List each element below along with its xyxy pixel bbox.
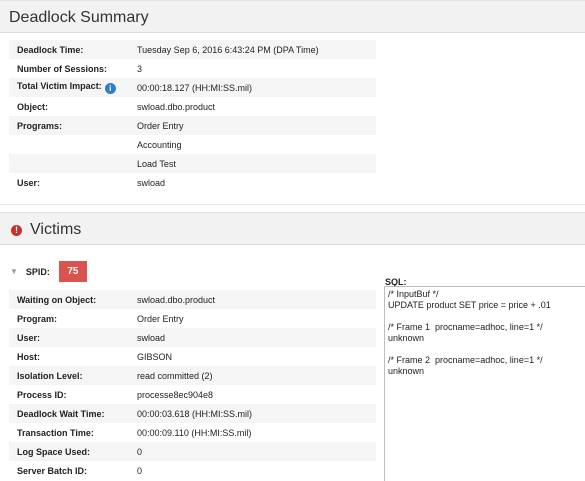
summary-label: Number of Sessions: bbox=[17, 63, 108, 74]
summary-label: Total Victim Impact: bbox=[17, 81, 102, 91]
summary-label: User: bbox=[17, 177, 41, 188]
summary-row-total-victim-impact: Total Victim Impact: i 00:00:18.127 (HH:M… bbox=[9, 78, 376, 97]
summary-value: Order Entry bbox=[137, 116, 376, 135]
victim-value: swload bbox=[137, 328, 376, 347]
summary-label bbox=[9, 135, 137, 154]
victim-label: Waiting on Object: bbox=[9, 290, 137, 309]
victim-value: Order Entry bbox=[137, 313, 184, 324]
victim-value: 0 bbox=[137, 465, 143, 476]
victim-label: Program: bbox=[17, 313, 58, 324]
victim-label: Isolation Level: bbox=[9, 366, 137, 385]
summary-value: Tuesday Sep 6, 2016 6:43:24 PM (DPA Time… bbox=[137, 40, 376, 59]
summary-row-programs-2: Accounting bbox=[9, 135, 376, 154]
victim-label: Transaction Time: bbox=[17, 427, 94, 438]
summary-row-programs-3: Load Test bbox=[9, 154, 376, 173]
summary-label bbox=[9, 154, 137, 173]
victim-row-isolation-level: Isolation Level: read committed (2) bbox=[9, 366, 376, 385]
spid-label: SPID: bbox=[25, 266, 50, 277]
summary-value: 00:00:18.127 (HH:MI:SS.mil) bbox=[137, 78, 376, 97]
spid-row[interactable]: ▼ SPID: 75 bbox=[10, 261, 87, 282]
collapse-chevron-icon[interactable]: ▼ bbox=[10, 267, 18, 276]
deadlock-summary-title: Deadlock Summary bbox=[9, 9, 149, 26]
summary-value: 3 bbox=[137, 63, 143, 74]
victim-details-table: Waiting on Object: swload.dbo.product Pr… bbox=[9, 290, 376, 480]
victim-row-user: User: swload bbox=[9, 328, 376, 347]
summary-label: Deadlock Time: bbox=[9, 40, 137, 59]
alert-icon: ! bbox=[11, 224, 22, 236]
victim-value: 00:00:09.110 (HH:MI:SS.mil) bbox=[137, 427, 252, 438]
victim-label: Process ID: bbox=[17, 389, 67, 400]
victim-value: read committed (2) bbox=[137, 366, 376, 385]
summary-label: Object: bbox=[17, 101, 49, 112]
spid-badge: 75 bbox=[58, 261, 87, 282]
deadlock-summary-header: Deadlock Summary bbox=[0, 0, 585, 33]
victim-label: Log Space Used: bbox=[9, 442, 137, 461]
summary-value: swload.dbo.product bbox=[137, 101, 216, 112]
victim-value: 00:00:03.618 (HH:MI:SS.mil) bbox=[137, 404, 376, 423]
summary-row-object: Object: swload.dbo.product bbox=[9, 97, 376, 116]
victim-label: Host: bbox=[17, 351, 40, 362]
deadlock-summary-table: Deadlock Time: Tuesday Sep 6, 2016 6:43:… bbox=[9, 40, 376, 192]
victim-label: User: bbox=[9, 328, 137, 347]
info-icon[interactable]: i bbox=[104, 83, 116, 94]
summary-row-user: User: swload bbox=[9, 173, 376, 192]
summary-row-number-of-sessions: Number of Sessions: 3 bbox=[9, 59, 376, 78]
summary-row-deadlock-time: Deadlock Time: Tuesday Sep 6, 2016 6:43:… bbox=[9, 40, 376, 59]
victim-row-waiting-on-object: Waiting on Object: swload.dbo.product bbox=[9, 290, 376, 309]
victim-value: 0 bbox=[137, 442, 376, 461]
victim-row-server-batch-id: Server Batch ID: 0 bbox=[9, 461, 376, 480]
victim-value: GIBSON bbox=[137, 351, 173, 362]
victims-title: Victims bbox=[30, 221, 82, 238]
summary-value: Load Test bbox=[137, 154, 376, 173]
summary-row-programs: Programs: Order Entry bbox=[9, 116, 376, 135]
summary-value: swload bbox=[137, 177, 166, 188]
victim-row-transaction-time: Transaction Time: 00:00:09.110 (HH:MI:SS… bbox=[9, 423, 376, 442]
summary-label: Programs: bbox=[9, 116, 137, 135]
victim-label: Server Batch ID: bbox=[17, 465, 88, 476]
victim-value: swload.dbo.product bbox=[137, 290, 376, 309]
victim-label: Deadlock Wait Time: bbox=[9, 404, 137, 423]
victim-row-process-id: Process ID: processe8ec904e8 bbox=[9, 385, 376, 404]
victim-row-log-space-used: Log Space Used: 0 bbox=[9, 442, 376, 461]
summary-value: Accounting bbox=[137, 139, 182, 150]
section-divider bbox=[0, 204, 585, 205]
sql-text-box[interactable]: /* InputBuf */ UPDATE product SET price … bbox=[384, 286, 585, 481]
victim-row-program: Program: Order Entry bbox=[9, 309, 376, 328]
victims-header: ! Victims bbox=[0, 212, 585, 245]
summary-label-cell: Total Victim Impact: i bbox=[9, 78, 137, 97]
victim-row-deadlock-wait-time: Deadlock Wait Time: 00:00:03.618 (HH:MI:… bbox=[9, 404, 376, 423]
victim-value: processe8ec904e8 bbox=[137, 389, 214, 400]
victim-row-host: Host: GIBSON bbox=[9, 347, 376, 366]
